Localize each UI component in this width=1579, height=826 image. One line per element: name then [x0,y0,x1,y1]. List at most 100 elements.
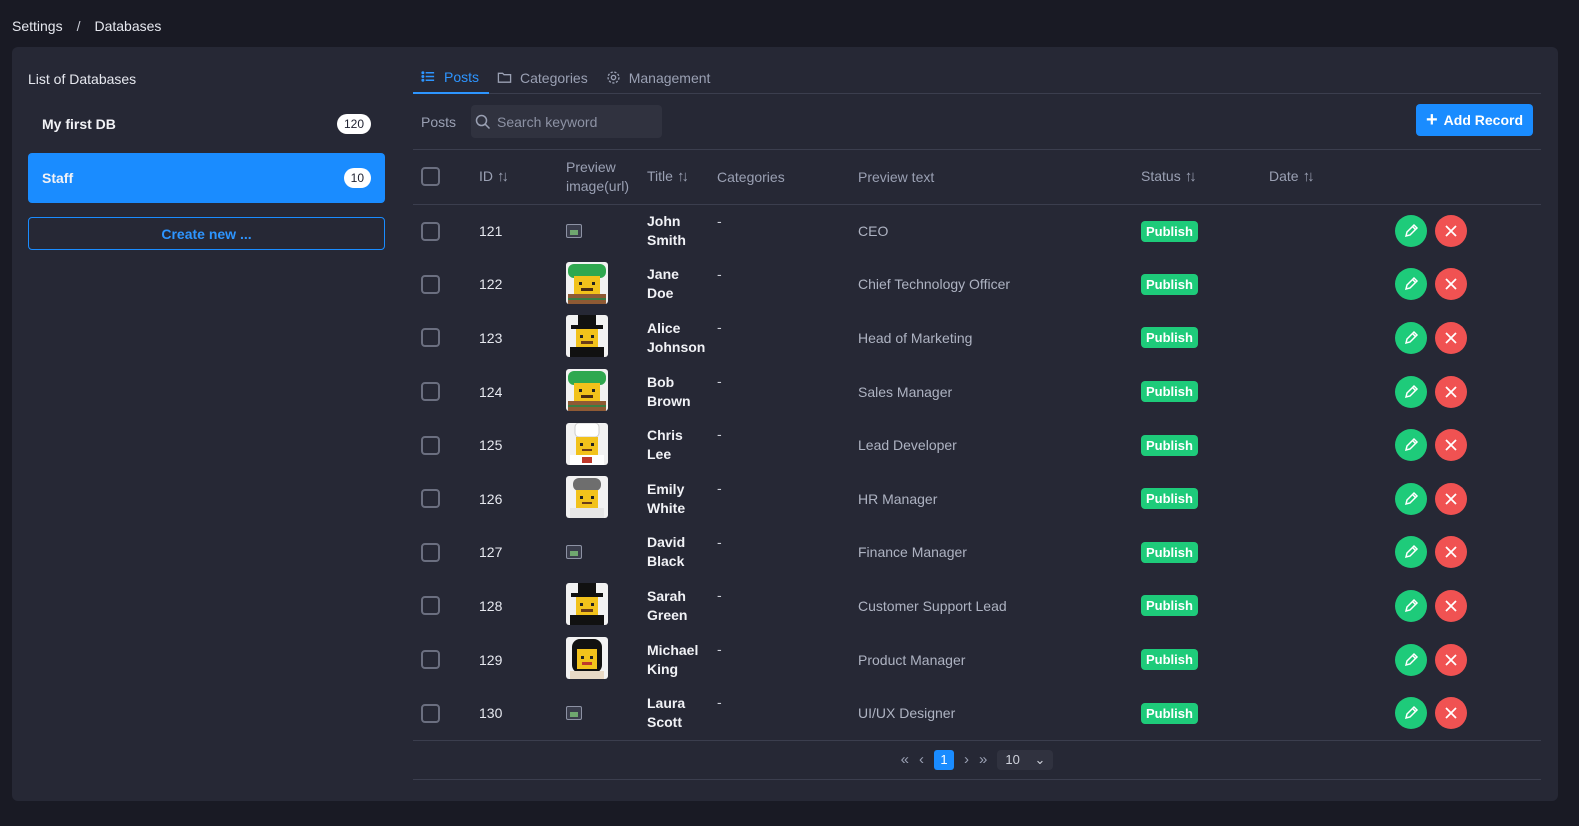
row-categories: - [717,212,722,229]
edit-button[interactable] [1395,589,1427,622]
pagination: « ‹ 1 › » 10 ⌄ [413,739,1541,780]
avatar [566,261,608,304]
next-page-button[interactable]: › [964,751,969,768]
edit-button[interactable] [1395,429,1427,462]
close-icon [1445,225,1457,237]
edit-button[interactable] [1395,643,1427,676]
delete-button[interactable] [1435,589,1467,622]
delete-button[interactable] [1435,375,1467,408]
row-checkbox[interactable] [421,489,440,509]
database-item-staff[interactable]: Staff 10 [28,153,385,203]
delete-button[interactable] [1435,643,1467,676]
avatar [566,637,608,680]
content-panel: List of Databases My first DB 120 Staff … [12,47,1558,801]
row-checkbox[interactable] [421,650,440,670]
row-checkbox[interactable] [421,328,440,348]
close-icon [1445,653,1457,666]
row-title: Laura Scott [647,695,686,731]
table-row: 128 Sarah Green - Customer Support Lead Publi… [413,579,1541,633]
tab-label: Management [628,69,711,86]
column-status[interactable]: Status ↑↓ [1141,150,1269,205]
row-id: 128 [479,597,503,614]
close-icon [1445,546,1457,558]
delete-button[interactable] [1435,429,1467,462]
row-checkbox[interactable] [421,596,440,616]
pencil-icon [1404,598,1419,612]
avatar [566,583,608,626]
tab-categories[interactable]: Categories [489,61,598,94]
row-categories: - [717,533,722,550]
row-id: 130 [479,705,503,722]
delete-button[interactable] [1435,268,1467,301]
row-preview-text: Chief Technology Officer [858,276,1011,293]
table-row: 121 John Smith - CEO Publish [413,204,1541,258]
tab-posts[interactable]: Posts [413,61,490,94]
row-preview-text: HR Manager [858,490,938,507]
status-badge: Publish [1141,595,1198,617]
create-database-button[interactable]: Create new ... [28,217,385,250]
current-page[interactable]: 1 [934,749,954,770]
pencil-icon [1404,491,1419,505]
edit-button[interactable] [1395,268,1427,301]
edit-button[interactable] [1395,697,1427,730]
table-row: 127 David Black - Finance Manager Publish [413,526,1541,580]
avatar [566,369,608,412]
edit-button[interactable] [1395,215,1427,248]
add-record-button[interactable]: + Add Record [1415,104,1533,136]
row-date [1269,579,1395,633]
prev-page-button[interactable]: ‹ [919,751,924,768]
row-preview-image [566,418,647,472]
breadcrumb-settings[interactable]: Settings [12,18,63,34]
first-page-button[interactable]: « [901,751,909,768]
page-size-select[interactable]: 10 ⌄ [997,749,1054,770]
row-checkbox[interactable] [421,382,440,402]
row-preview-text: Sales Manager [858,383,953,400]
column-id[interactable]: ID ↑↓ [479,150,566,205]
status-badge: Publish [1141,273,1198,295]
column-date[interactable]: Date ↑↓ [1269,150,1395,205]
row-title: David Black [647,534,686,570]
broken-image-icon [566,706,582,721]
edit-button[interactable] [1395,482,1427,515]
pencil-icon [1404,652,1419,666]
sidebar-title: List of Databases [28,71,137,87]
gear-icon [607,71,620,84]
row-checkbox[interactable] [421,703,440,723]
edit-button[interactable] [1395,536,1427,569]
select-all-checkbox[interactable] [421,167,440,187]
search-input[interactable] [497,113,657,130]
tab-management[interactable]: Management [598,61,721,94]
row-checkbox[interactable] [421,274,440,294]
edit-button[interactable] [1395,375,1427,408]
database-name: My first DB [42,116,116,132]
search-icon [475,114,491,129]
delete-button[interactable] [1435,215,1467,248]
status-badge: Publish [1141,327,1198,349]
delete-button[interactable] [1435,536,1467,569]
close-icon [1445,439,1457,451]
row-id: 123 [479,329,503,346]
delete-button[interactable] [1435,482,1467,515]
table-row: 125 Chris Lee - Lead Developer Publish [413,418,1541,472]
row-id: 129 [479,651,503,668]
last-page-button[interactable]: » [979,751,987,768]
plus-icon: + [1425,109,1438,131]
row-checkbox[interactable] [421,542,440,562]
pencil-icon [1404,277,1419,291]
row-categories: - [717,265,722,282]
close-icon [1445,278,1457,291]
database-item-my-first-db[interactable]: My first DB 120 [28,99,385,149]
delete-button[interactable] [1435,321,1467,354]
delete-button[interactable] [1435,697,1467,730]
breadcrumb: Settings / Databases [12,18,161,34]
sort-icon: ↑↓ [497,168,509,186]
row-checkbox[interactable] [421,221,440,241]
edit-button[interactable] [1395,321,1427,354]
row-date [1269,686,1395,740]
row-title: Chris Lee [647,427,683,463]
row-checkbox[interactable] [421,435,440,455]
status-badge: Publish [1141,220,1198,242]
close-icon [1445,707,1457,719]
row-preview-text: Lead Developer [858,437,957,454]
column-title[interactable]: Title ↑↓ [647,150,717,205]
